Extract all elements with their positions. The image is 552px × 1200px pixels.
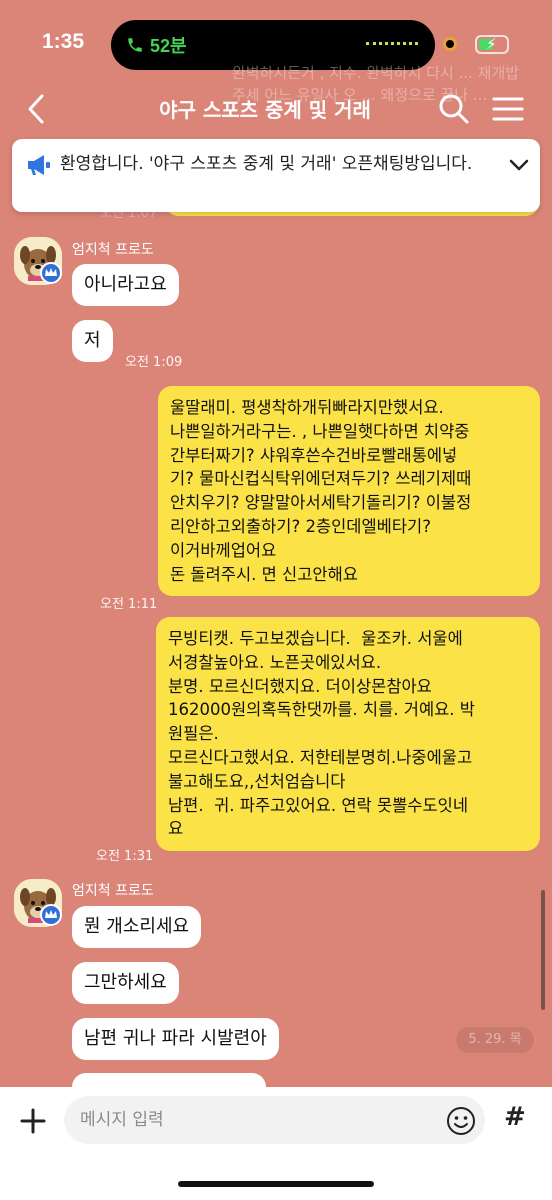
audio-wave <box>366 42 418 46</box>
chat-header: 야구 스포츠 중계 및 거래 <box>0 86 552 132</box>
message-bubble[interactable]: 뭔 개소리세요 <box>72 906 202 948</box>
notice-text: 환영합니다. '야구 스포츠 중계 및 거래' 오픈채팅방입니다. <box>60 154 473 174</box>
charging-icon: ⚡ <box>486 35 497 53</box>
date-indicator: 5. 29. 목 <box>456 1027 534 1053</box>
sender-name: 엄지척 프로도 <box>72 242 154 258</box>
scrollbar[interactable] <box>541 890 545 1010</box>
message-bubble[interactable]: 남편 귀나 파라 시발련아 <box>72 1018 279 1060</box>
megaphone-icon <box>28 155 50 175</box>
status-time: 1:35 <box>42 30 85 53</box>
search-icon[interactable] <box>437 92 471 126</box>
plus-icon[interactable] <box>14 1102 52 1140</box>
battery-icon: ⚡ <box>475 35 509 54</box>
phone-icon <box>128 38 142 52</box>
message-bubble[interactable]: 그만하세요 <box>72 962 179 1004</box>
home-indicator <box>178 1181 374 1187</box>
chat-title: 야구 스포츠 중계 및 거래 <box>159 98 371 122</box>
host-crown-icon <box>40 904 62 926</box>
menu-icon[interactable] <box>491 92 525 126</box>
message-time: 오전 1:09 <box>125 355 183 370</box>
emoji-icon[interactable] <box>446 1106 476 1136</box>
my-message-bubble[interactable]: 울딸래미. 평생착하개뒤빠라지만했서요. 나쁜일하거라구는. , 나쁜일햇다하면… <box>158 386 540 597</box>
message-time: 오전 1:11 <box>100 597 158 612</box>
crown-icon <box>45 910 57 918</box>
hashtag-icon[interactable]: # <box>504 1102 534 1138</box>
message-bubble[interactable]: 아니라고요 <box>72 264 179 306</box>
call-duration: 52분 <box>150 36 187 56</box>
chevron-down-icon[interactable] <box>508 155 530 175</box>
sender-name: 엄지척 프로도 <box>72 883 154 899</box>
notice-banner[interactable]: 환영합니다. '야구 스포츠 중계 및 거래' 오픈채팅방입니다. <box>12 139 540 212</box>
my-message-bubble[interactable]: 무빙티캣. 두고보겠습니다. 울조카. 서울에 서경찰높아요. 노픈곳에있서요.… <box>156 617 540 852</box>
call-indicator[interactable]: 52분 <box>126 32 187 58</box>
crown-icon <box>45 268 57 276</box>
message-input[interactable] <box>64 1096 485 1144</box>
message-bubble[interactable]: 저 <box>72 320 113 362</box>
recording-indicator <box>443 37 457 51</box>
back-arrow-icon[interactable] <box>20 90 56 128</box>
message-time: 오전 1:31 <box>96 849 154 864</box>
host-crown-icon <box>40 262 62 284</box>
